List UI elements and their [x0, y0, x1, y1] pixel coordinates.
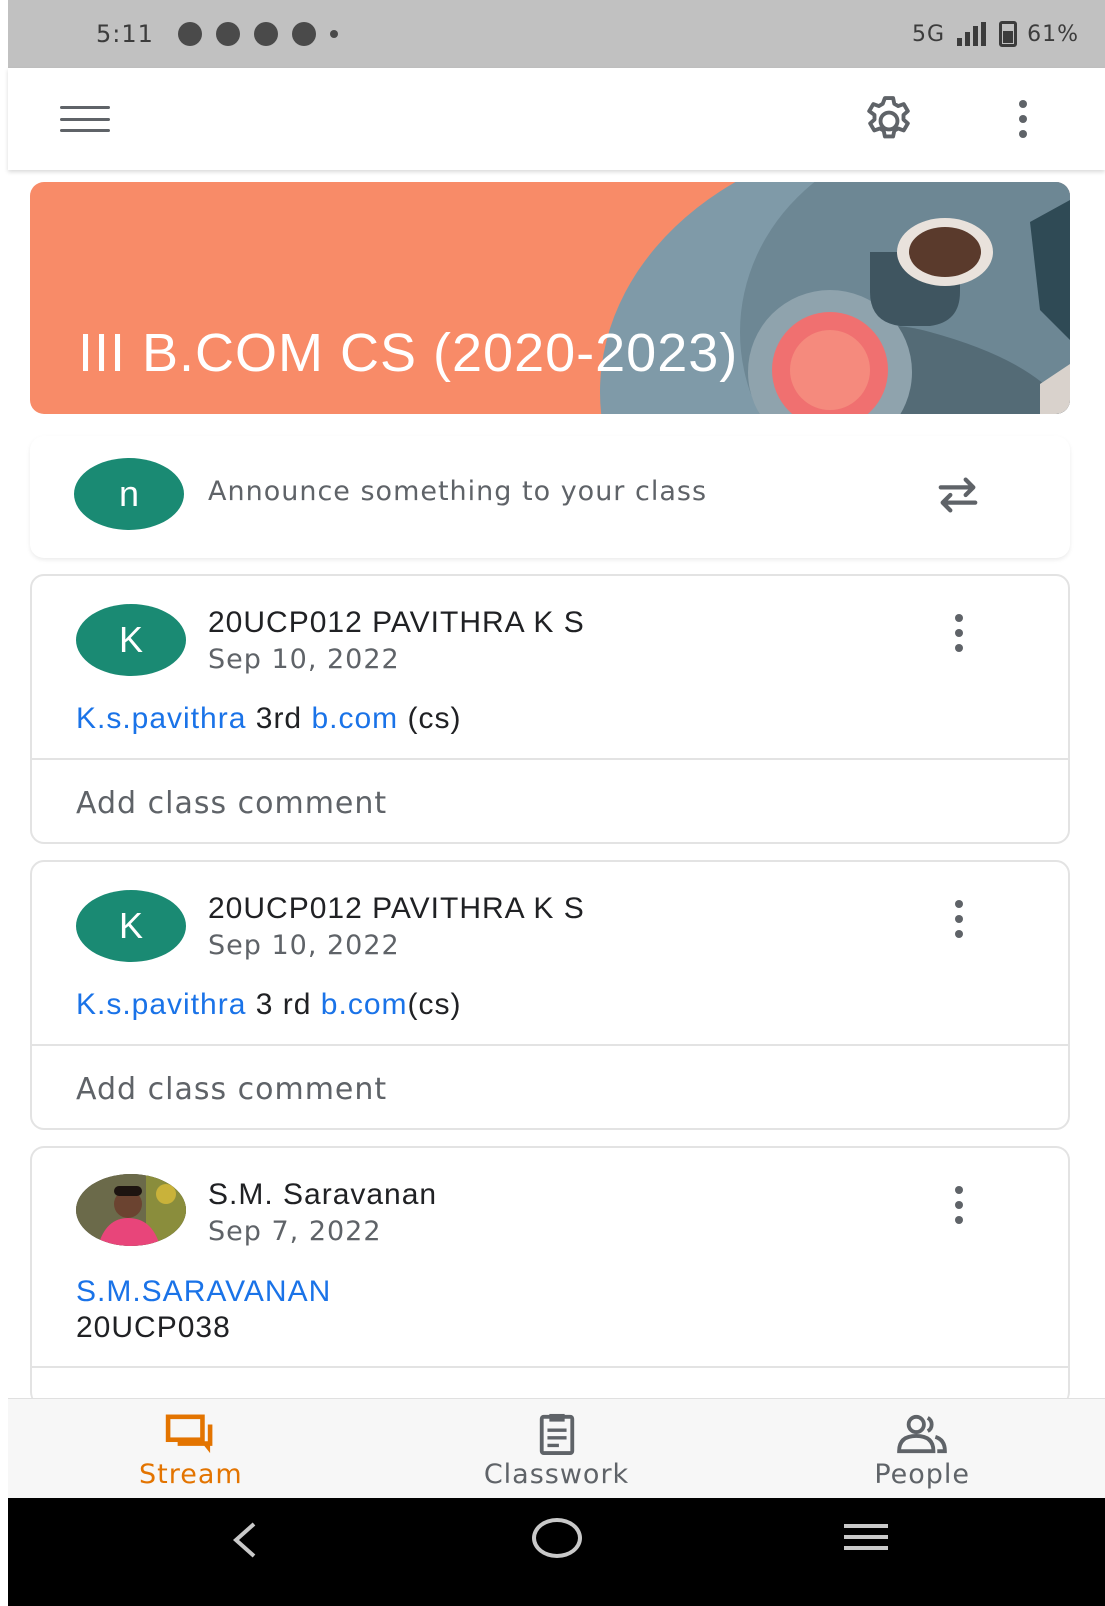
author-avatar: K [76, 890, 186, 962]
more-vert-icon[interactable] [944, 900, 974, 938]
divider [32, 1366, 1068, 1368]
post-date: Sep 7, 2022 [208, 1216, 382, 1247]
user-avatar: n [74, 458, 184, 530]
tab-stream-label: Stream [138, 1459, 243, 1490]
status-bar: 5:11 5G 61% [8, 0, 1105, 68]
stream-post[interactable]: K 20UCP012 PAVITHRA K S Sep 10, 2022 K.s… [30, 574, 1070, 844]
recents-icon[interactable] [844, 1524, 888, 1550]
post-date: Sep 10, 2022 [208, 644, 400, 675]
stream-post[interactable]: S.M. Saravanan Sep 7, 2022 S.M.SARAVANAN… [30, 1146, 1070, 1406]
post-link[interactable]: S.M.SARAVANAN [76, 1274, 331, 1310]
more-vert-icon[interactable] [944, 1186, 974, 1224]
author-avatar: K [76, 604, 186, 676]
post-link[interactable]: K.s.pavithra [76, 988, 246, 1021]
stream-post[interactable]: K 20UCP012 PAVITHRA K S Sep 10, 2022 K.s… [30, 860, 1070, 1130]
divider [32, 758, 1068, 760]
post-body: K.s.pavithra 3 rd b.com(cs) [76, 988, 461, 1022]
author-photo-avatar [76, 1174, 186, 1246]
post-author: S.M. Saravanan [208, 1178, 438, 1211]
chrome-icon [291, 22, 316, 46]
gear-icon[interactable] [860, 92, 918, 150]
status-right: 5G 61% [912, 21, 1079, 47]
post-text: (cs) [407, 988, 462, 1021]
status-time: 5:11 [96, 20, 154, 48]
post-author: 20UCP012 PAVITHRA K S [208, 606, 585, 639]
stream-icon [165, 1414, 213, 1454]
more-notifications-icon [329, 30, 338, 38]
add-comment-field[interactable]: Add class comment [76, 786, 387, 821]
post-link[interactable]: K.s.pavithra [76, 702, 246, 735]
app-bar [8, 68, 1105, 170]
divider [32, 1044, 1068, 1046]
announce-input[interactable]: Announce something to your class [208, 476, 707, 507]
post-link[interactable]: b.com [311, 702, 398, 735]
tab-classwork[interactable]: Classwork [374, 1399, 740, 1498]
post-text: 20UCP038 [76, 1311, 231, 1344]
tab-people-label: People [874, 1459, 971, 1490]
people-icon [897, 1414, 947, 1454]
add-comment-field[interactable]: Add class comment [76, 1072, 387, 1107]
battery-icon [999, 21, 1018, 47]
post-body: K.s.pavithra 3rd b.com (cs) [76, 702, 461, 736]
tab-stream[interactable]: Stream [8, 1399, 374, 1498]
home-icon[interactable] [532, 1518, 582, 1558]
signal-icon [957, 22, 987, 46]
tab-classwork-label: Classwork [483, 1459, 630, 1490]
post-text: 3rd [246, 702, 312, 735]
announce-card[interactable]: n Announce something to your class [30, 436, 1070, 558]
notification-icons [177, 22, 338, 46]
more-vert-icon[interactable] [1008, 94, 1038, 144]
post-body: S.M.SARAVANAN 20UCP038 [76, 1274, 331, 1346]
bottom-nav: Stream Classwork People [8, 1398, 1105, 1498]
battery-level: 61% [1027, 21, 1079, 47]
notification-icon [215, 22, 240, 46]
more-vert-icon[interactable] [944, 614, 974, 652]
post-link[interactable]: b.com [321, 988, 408, 1021]
network-label: 5G [912, 21, 946, 47]
class-title: III B.COM CS (2020-2023) [78, 323, 739, 383]
classwork-icon [539, 1413, 574, 1455]
notification-icon [177, 22, 202, 46]
repost-icon[interactable] [930, 472, 986, 518]
class-banner[interactable]: III B.COM CS (2020-2023) [30, 182, 1070, 414]
post-author: 20UCP012 PAVITHRA K S [208, 892, 585, 925]
system-nav-bar [8, 1498, 1105, 1606]
tab-people[interactable]: People [739, 1399, 1105, 1498]
post-date: Sep 10, 2022 [208, 930, 400, 961]
post-text: (cs) [398, 702, 462, 735]
chrome-icon [253, 22, 278, 46]
menu-icon[interactable] [60, 106, 110, 132]
back-icon[interactable] [226, 1520, 266, 1560]
post-text: 3 rd [246, 988, 321, 1021]
